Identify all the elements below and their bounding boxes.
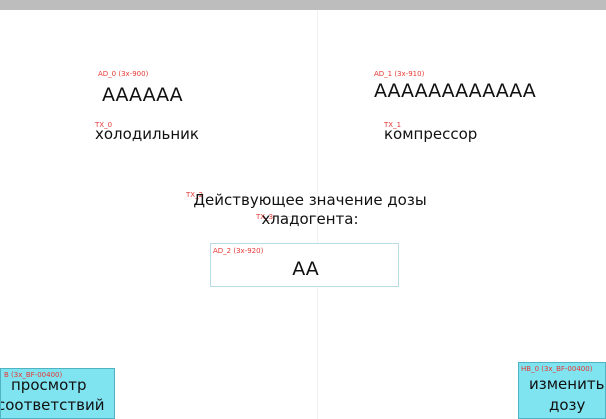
top-border — [0, 0, 606, 10]
dose-value: AA — [292, 258, 319, 280]
compressor-label: компрессор — [384, 125, 478, 143]
dose-value-field: AD_2 (3x-920) AA — [210, 243, 399, 287]
view-button-line1: просмотр — [11, 376, 87, 394]
refrigerator-label: холодильник — [95, 125, 199, 143]
tag-btn-right: HB_0 (3x_BF-00400) — [521, 365, 593, 373]
refrigerator-value: AAAAAA — [102, 84, 183, 106]
view-button-line2: соответствий — [0, 396, 105, 414]
dose-label: Действующее значение дозы хладогента: — [150, 191, 470, 229]
change-dose-button[interactable]: HB_0 (3x_BF-00400) изменить дозу — [518, 362, 606, 419]
compressor-value: AAAAAAAAAAAA — [374, 80, 536, 102]
tag-ad1: AD_1 (3x-910) — [374, 70, 425, 78]
dose-label-line2: хладогента: — [261, 210, 359, 228]
dose-label-line1: Действующее значение дозы — [193, 191, 427, 209]
view-correspondences-button[interactable]: B (3x_BF-00400) просмотр соответствий — [0, 368, 115, 419]
tag-ad2: AD_2 (3x-920) — [213, 247, 264, 255]
change-button-line1: изменить — [529, 375, 605, 393]
tag-ad0: AD_0 (3x-900) — [98, 70, 149, 78]
change-button-line2: дозу — [549, 396, 586, 414]
